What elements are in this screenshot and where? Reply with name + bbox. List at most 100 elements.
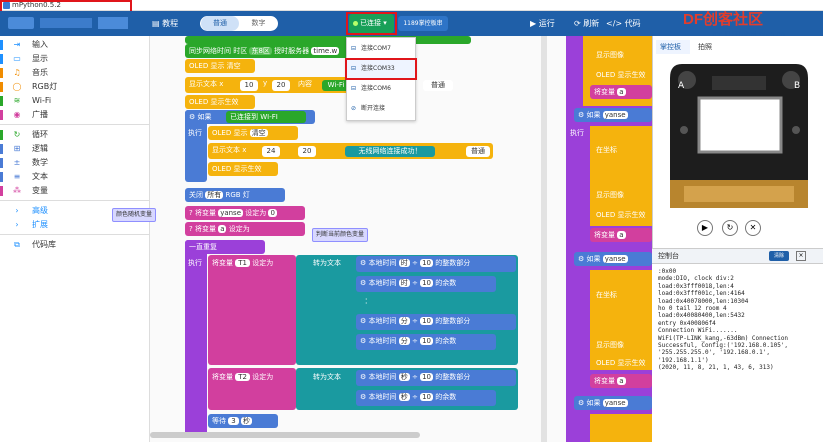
category-text[interactable]: ≡ 文本 <box>0 170 150 184</box>
block-set-a[interactable]: ? 将变量 a 设定为 <box>185 222 305 236</box>
wifi-success-text[interactable]: 无线网络连接成功！ <box>345 146 435 157</box>
reset-button[interactable]: ↻ <box>722 220 738 236</box>
calc-hour-int[interactable]: ⚙ 本地时间 时 ÷ 10 的整数部分 <box>356 256 516 272</box>
right-if-2[interactable]: ⚙ 如果 yanse <box>574 252 652 266</box>
stop-button[interactable]: ✕ <box>745 220 761 236</box>
math-icon: ± <box>13 158 21 167</box>
block-set-yanse[interactable]: ? 将变量 yanse 设定为 0 <box>185 206 305 220</box>
block-oled-clear-2[interactable]: OLED 显示 清空 <box>208 126 298 140</box>
variable-icon: ⁂ <box>13 186 21 195</box>
t1-label: 将变量 T1 设定为 <box>212 259 274 267</box>
svg-text:B: B <box>794 81 800 91</box>
radio-icon: ◉ <box>13 110 21 119</box>
tab-board[interactable]: 掌控板 <box>656 40 690 54</box>
run-button[interactable]: ▶ 运行 <box>530 11 555 36</box>
calc-sec-int[interactable]: ⚙ 本地时间 秒 ÷ 10 的整数部分 <box>356 370 516 386</box>
right-if-1[interactable]: ⚙ 如果 yanse <box>574 108 652 122</box>
category-display[interactable]: ▭ 显示 <box>0 52 150 66</box>
bulb-icon: ◯ <box>12 82 22 91</box>
refresh-button[interactable]: ⟳ 刷新 <box>574 11 599 36</box>
library-icon: ⧉ <box>14 240 20 249</box>
play-button[interactable]: ▶ <box>697 220 713 236</box>
workspace-vscroll[interactable] <box>541 36 547 442</box>
block-close-rgb[interactable]: 关闭 所有 RGB 灯 <box>185 188 285 202</box>
file-menu[interactable] <box>98 17 128 29</box>
port-icon: ⊟ <box>351 45 357 52</box>
calc-min-int[interactable]: ⚙ 本地时间 分 ÷ 10 的整数部分 <box>356 314 516 330</box>
board-selector[interactable]: 1189掌控板串 <box>398 16 448 31</box>
highlight-com33 <box>345 58 417 80</box>
x-field-2[interactable]: 24 <box>262 146 280 157</box>
mode-field[interactable]: 普通 <box>423 80 453 91</box>
disconnect-icon: ⊘ <box>351 105 357 112</box>
x-field[interactable]: 10 <box>240 80 258 91</box>
cond-connected[interactable]: 已连接到 WI-FI <box>226 111 306 123</box>
music-icon: ♫ <box>13 68 21 77</box>
mode-field-2[interactable]: 普通 <box>466 146 490 157</box>
sidebar-divider <box>0 234 150 235</box>
block-oled-show[interactable]: OLED 显示生效 <box>185 95 255 109</box>
comment-random[interactable]: 颜色随机变量 <box>112 208 157 222</box>
display-icon: ▭ <box>13 54 21 63</box>
menu-com6[interactable]: ⊟ 连接COM6 <box>347 80 417 98</box>
category-music[interactable]: ♫ 音乐 <box>0 66 150 80</box>
code-button[interactable]: </> 代码 <box>606 11 641 36</box>
input-icon: ⇥ <box>13 40 21 49</box>
menu-com7[interactable]: ⊟ 连接COM7 <box>347 40 417 58</box>
right-set-var-2[interactable]: 将变量 a <box>590 228 652 242</box>
repeat-frame[interactable] <box>185 240 207 435</box>
calc-sec-mod[interactable]: ⚙ 本地时间 秒 ÷ 10 的余数 <box>356 390 496 406</box>
right-set-var-3[interactable]: 将变量 a <box>590 374 652 388</box>
mode-switch[interactable]: 普通 数字 <box>200 16 278 31</box>
mode-code[interactable]: 数字 <box>240 16 277 31</box>
category-loop[interactable]: ↻ 循环 <box>0 128 150 142</box>
right-oled-area-3[interactable] <box>590 270 652 370</box>
right-if-3[interactable]: ⚙ 如果 yanse <box>574 396 652 410</box>
wifi-icon: ≋ <box>13 96 21 105</box>
menu-disconnect[interactable]: ⊘ 断开连接 <box>347 100 417 118</box>
close-icon[interactable]: × <box>796 251 806 261</box>
category-wifi[interactable]: ≋ Wi-Fi <box>0 94 150 108</box>
text-icon: ≡ <box>13 172 21 181</box>
watermark-logo: DF创客社区 <box>683 11 763 28</box>
block-wait[interactable]: 等待 3 秒 <box>208 414 278 428</box>
category-input[interactable]: ⇥ 输入 <box>0 38 150 52</box>
category-variable[interactable]: ⁂ 变量 <box>0 184 150 198</box>
logo-icon <box>8 17 34 29</box>
right-set-var-1[interactable]: 将变量 a <box>590 85 652 99</box>
calc-min-mod[interactable]: ⚙ 本地时间 分 ÷ 10 的余数 <box>356 334 496 350</box>
tab-photo[interactable]: 拍照 <box>698 40 712 54</box>
category-logic[interactable]: ⊞ 逻辑 <box>0 142 150 156</box>
calc-hour-mod[interactable]: ⚙ 本地时间 时 ÷ 10 的余数 <box>356 276 496 292</box>
svg-text:A: A <box>678 81 685 91</box>
colon-text-1[interactable]: ： <box>358 296 378 307</box>
block-wifi-partial[interactable] <box>185 36 471 44</box>
sidebar-divider <box>0 200 150 201</box>
mode-normal[interactable]: 普通 <box>201 16 239 31</box>
console-title: 控制台 <box>658 252 679 260</box>
comment-judge[interactable]: 判断当前颜色变量 <box>312 228 369 242</box>
block-oled-clear[interactable]: OLED 显示 清空 <box>185 59 255 73</box>
category-rgb[interactable]: ◯ RGB灯 <box>0 80 150 94</box>
y-field-2[interactable]: 20 <box>298 146 316 157</box>
clear-button[interactable]: 清除 <box>769 251 789 261</box>
sidebar-divider <box>0 124 150 125</box>
category-library[interactable]: ⧉ 代码库 <box>0 238 150 252</box>
t2-label: 将变量 T2 设定为 <box>212 373 274 381</box>
category-sidebar: ⇥ 输入 ▭ 显示 ♫ 音乐 ◯ RGB灯 ≋ Wi-Fi ◉ 广播 ↻ 循环 ⊞ 逻辑 ± 数学… <box>0 36 150 442</box>
chevron-right-icon: › <box>15 220 19 229</box>
tutorial-button[interactable]: ▤ 教程 <box>152 11 178 36</box>
workspace-hscroll[interactable] <box>150 432 420 438</box>
logic-icon: ⊞ <box>13 144 21 153</box>
y-field[interactable]: 20 <box>272 80 290 91</box>
block-oled-show-2[interactable]: OLED 显示生效 <box>208 162 278 176</box>
loop-icon: ↻ <box>13 130 21 139</box>
block-set-t1[interactable] <box>208 255 296 365</box>
category-math[interactable]: ± 数学 <box>0 156 150 170</box>
block-repeat[interactable]: 一直重复 <box>185 240 265 254</box>
highlight-connect <box>346 12 397 35</box>
chevron-right-icon: › <box>15 206 19 215</box>
port-icon: ⊟ <box>351 85 357 92</box>
right-oled-area-4[interactable] <box>590 414 652 442</box>
category-radio[interactable]: ◉ 广播 <box>0 108 150 122</box>
